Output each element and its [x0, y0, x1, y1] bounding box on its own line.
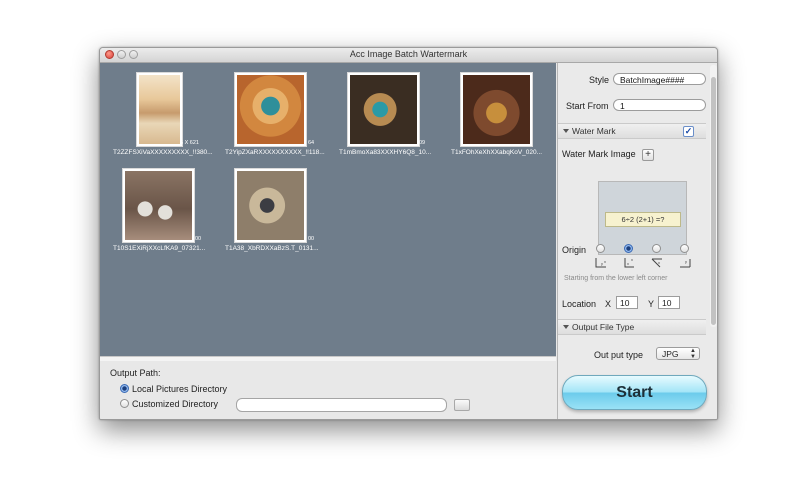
location-x-label: X: [605, 299, 612, 309]
start-button[interactable]: Start: [562, 375, 707, 410]
add-watermark-image-button[interactable]: +: [642, 149, 654, 161]
origin-hint: Starting from the lower left corner: [564, 275, 668, 282]
thumbnail[interactable]: [347, 72, 420, 147]
output-type-section-header[interactable]: Output File Type: [558, 319, 706, 335]
thumbnail-image: [463, 75, 530, 144]
browse-folder-button[interactable]: [454, 399, 470, 411]
svg-text:x: x: [631, 257, 633, 262]
thumbnail-image: [237, 171, 304, 240]
svg-text:x: x: [627, 261, 629, 266]
thumbnail-image: [125, 171, 192, 240]
watermark-image-label: Water Mark Image: [562, 149, 636, 159]
origin-radio-upper-right[interactable]: [680, 244, 689, 253]
customized-directory-radio[interactable]: [120, 399, 129, 408]
thumbnail-dimensions: 09: [419, 140, 426, 146]
axis-upper-left-icon: x: [651, 258, 662, 268]
disclosure-triangle-icon: [563, 325, 569, 329]
watermark-image-preview[interactable]: 6÷2 (2+1) =?: [598, 181, 687, 255]
settings-panel: Style BatchImage#### Start From 1 Water …: [557, 63, 717, 419]
output-type-value: JPG: [662, 349, 679, 359]
thumbnail-caption: T1mBmoXa83XXXHY6Q8_10...: [339, 149, 432, 156]
select-arrows-icon: ▲ ▼: [690, 348, 696, 360]
thumbnail[interactable]: [234, 168, 307, 243]
thumbnail-dimensions: 00: [308, 236, 315, 242]
thumbnail-image: [237, 75, 304, 144]
thumbnail-dimensions: 64: [308, 140, 315, 146]
start-from-label: Start From: [566, 101, 609, 111]
output-type-label: Out put type: [594, 350, 644, 360]
origin-label: Origin: [562, 245, 587, 255]
watermark-preview-text: 6÷2 (2+1) =?: [605, 212, 681, 227]
thumbnail-dimensions: 00: [195, 236, 202, 242]
scrollbar-thumb[interactable]: [711, 77, 716, 325]
settings-scrollbar[interactable]: [710, 65, 717, 327]
customized-directory-label: Customized Directory: [132, 399, 219, 409]
output-type-select[interactable]: JPG ▲ ▼: [656, 347, 700, 360]
thumbnail-dimensions: 5 X 621: [180, 140, 199, 146]
app-window: Acc Image Batch Wartermark 5 X 621 T2ZZF…: [99, 47, 718, 420]
origin-radio-upper-left[interactable]: [652, 244, 661, 253]
axis-upper-right-icon: y: [680, 259, 691, 268]
disclosure-triangle-icon: [563, 129, 569, 133]
custom-path-input[interactable]: [236, 398, 447, 412]
location-y-field[interactable]: 10: [658, 296, 680, 309]
local-directory-radio[interactable]: [120, 384, 129, 393]
thumbnail-caption: T10S1EXiRjXXcLfKA9_07321...: [113, 245, 206, 252]
thumbnail-image: [139, 75, 180, 144]
watermark-section-title: Water Mark: [572, 126, 616, 136]
thumbnail-caption: T2YipZXaRXXXXXXXXXX_!!118...: [225, 149, 325, 156]
style-label: Style: [589, 75, 610, 85]
origin-radio-lower-right[interactable]: [624, 244, 633, 253]
origin-radio-lower-left[interactable]: [596, 244, 605, 253]
output-path-label: Output Path:: [110, 368, 161, 378]
location-x-field[interactable]: 10: [616, 296, 638, 309]
local-directory-label: Local Pictures Directory: [132, 384, 228, 394]
watermark-enabled-checkbox[interactable]: ✓: [683, 126, 694, 137]
thumbnail[interactable]: [460, 72, 533, 147]
window-title: Acc Image Batch Wartermark: [349, 49, 468, 59]
image-gallery[interactable]: 5 X 621 T2ZZFSXiVaXXXXXXXXX_!!380... 64 …: [100, 63, 556, 356]
watermark-section-header[interactable]: Water Mark ✓: [558, 123, 706, 139]
thumbnail[interactable]: [234, 72, 307, 147]
thumbnail-image: [350, 75, 417, 144]
thumbnail-caption: T1xFOhXeXhXXabqKoV_020...: [451, 149, 543, 156]
thumbnail[interactable]: [122, 168, 195, 243]
title-bar: Acc Image Batch Wartermark: [100, 48, 717, 63]
location-label: Location: [562, 299, 597, 309]
svg-text:x: x: [658, 260, 660, 265]
thumbnail-caption: T1A38_XbRDXXaBzS.T_0131...: [225, 245, 319, 252]
start-from-field[interactable]: 1: [613, 99, 706, 111]
output-type-section-title: Output File Type: [572, 322, 635, 332]
thumbnail-caption: T2ZZFSXiVaXXXXXXXXX_!!380...: [113, 149, 213, 156]
axis-lower-left-icon: yx: [595, 258, 606, 268]
thumbnail[interactable]: [136, 72, 183, 147]
style-field[interactable]: BatchImage####: [613, 73, 706, 85]
svg-text:y: y: [685, 259, 687, 264]
svg-text:y: y: [601, 261, 603, 266]
axis-lower-right-icon: xx: [624, 257, 634, 268]
location-y-label: Y: [648, 299, 655, 309]
svg-text:x: x: [604, 259, 606, 264]
